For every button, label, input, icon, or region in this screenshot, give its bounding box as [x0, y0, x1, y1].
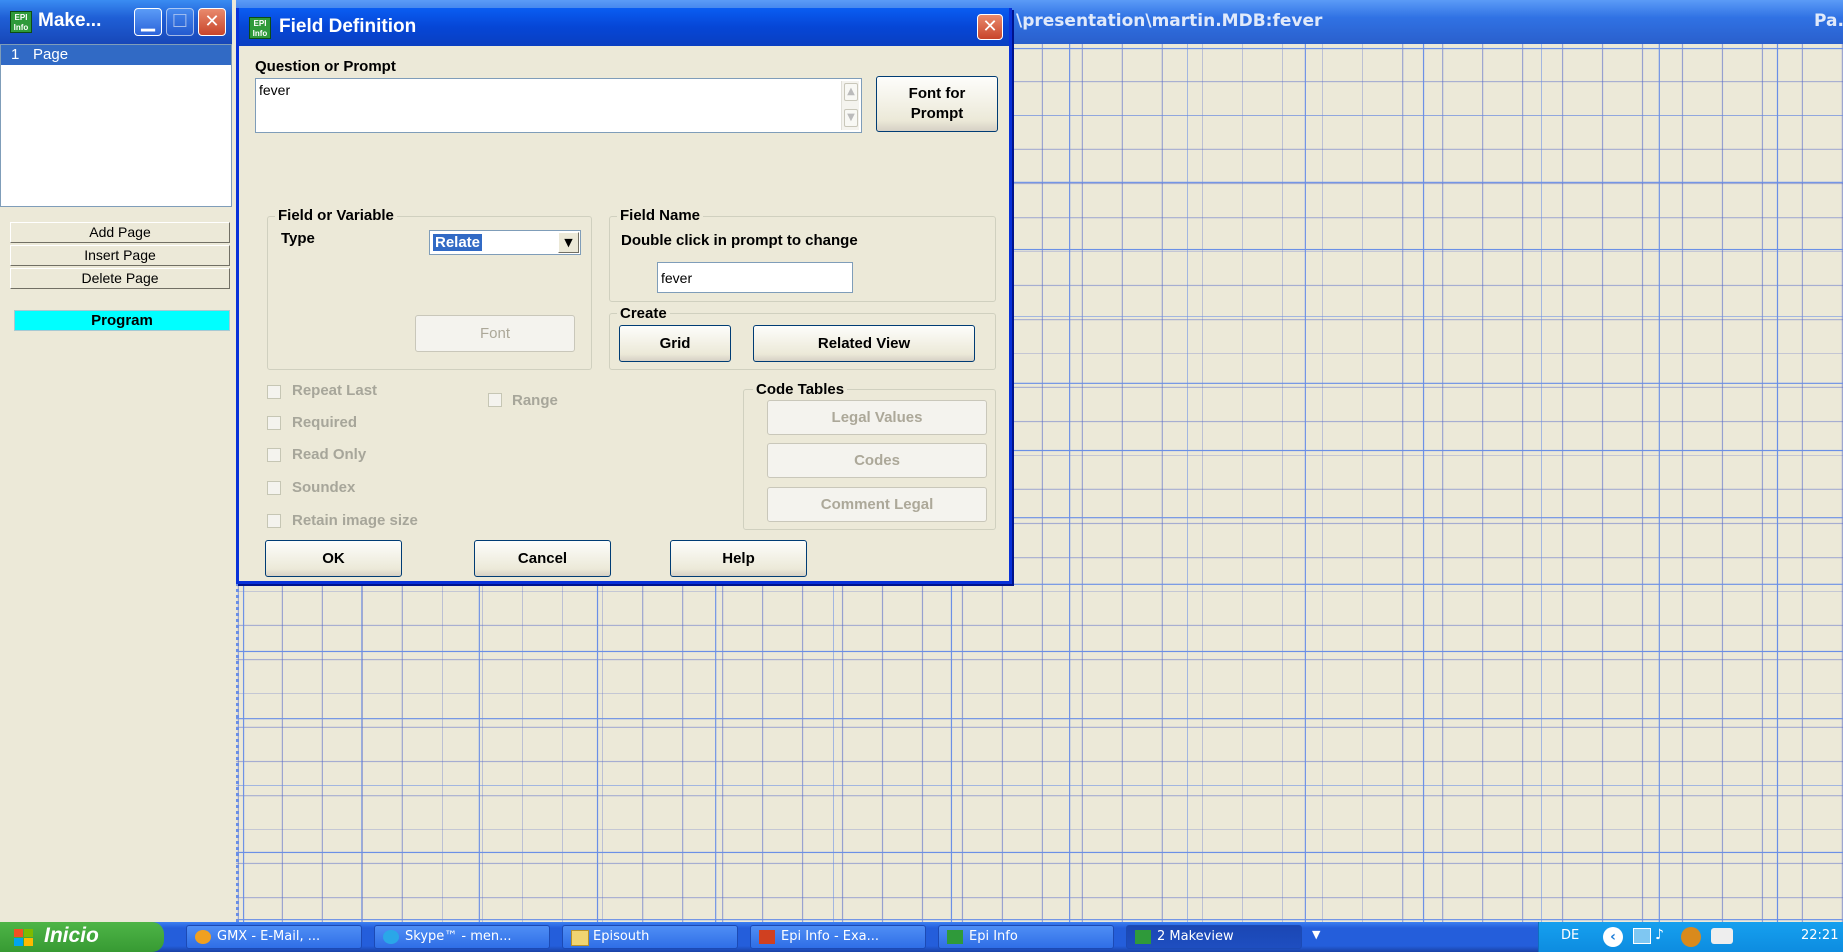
firefox-icon — [195, 930, 211, 944]
page-list[interactable]: 1 Page — [0, 44, 232, 207]
dialog-titlebar[interactable]: EPI Info Field Definition ✕ — [239, 8, 1009, 46]
question-textarea[interactable]: fever ▲ ▼ — [255, 78, 862, 133]
page-number: 1 — [11, 46, 20, 63]
legal-values-button[interactable]: Legal Values — [767, 400, 987, 435]
task-label: Skype™ - men... — [405, 929, 512, 944]
cancel-button[interactable]: Cancel — [474, 540, 611, 577]
makeview-title: Make... — [38, 10, 102, 31]
page-list-item[interactable]: 1 Page — [1, 45, 231, 65]
task-gmx[interactable]: GMX - E-Mail, ... — [186, 925, 362, 949]
close-button[interactable]: ✕ — [198, 8, 226, 36]
close-icon: ✕ — [982, 16, 998, 37]
field-name-label: Field Name — [617, 207, 704, 224]
required-checkbox[interactable] — [267, 416, 281, 430]
scroll-up-icon[interactable]: ▲ — [844, 83, 858, 101]
soundex-label: Soundex — [292, 479, 356, 496]
folder-icon — [571, 930, 589, 946]
epi-info-app-icon — [947, 930, 963, 944]
chevron-left-icon[interactable]: ‹ — [1603, 927, 1623, 947]
task-label: Epi Info - Exa... — [781, 929, 880, 944]
range-label: Range — [512, 392, 558, 409]
program-button[interactable]: Program — [14, 310, 230, 331]
skype-icon — [383, 930, 399, 944]
task-skype[interactable]: Skype™ - men... — [374, 925, 550, 949]
type-select[interactable]: Relate ▼ — [429, 230, 581, 255]
main-window-title: \presentation\martin.MDB:fever — [1016, 11, 1323, 31]
maximize-icon: ☐ — [171, 11, 189, 32]
repeat-last-checkbox[interactable] — [267, 385, 281, 399]
required-label: Required — [292, 414, 358, 431]
main-window-title-right: Pa... — [1814, 11, 1843, 31]
volume-icon[interactable]: ♪ — [1655, 927, 1664, 943]
task-epi-info-exa[interactable]: Epi Info - Exa... — [750, 925, 926, 949]
font-button[interactable]: Font — [415, 315, 575, 352]
code-tables-label: Code Tables — [753, 381, 848, 398]
task-label: GMX - E-Mail, ... — [217, 929, 321, 944]
help-button[interactable]: Help — [670, 540, 807, 577]
close-icon: ✕ — [204, 11, 220, 32]
task-label: Epi Info — [969, 929, 1018, 944]
dialog-title: Field Definition — [279, 16, 417, 37]
field-name-value: fever — [661, 270, 693, 286]
create-label: Create — [617, 305, 670, 322]
field-name-hint: Double click in prompt to change — [621, 232, 858, 249]
start-label: Inicio — [44, 924, 99, 947]
page-label: Page — [33, 46, 69, 63]
question-scrollbar[interactable]: ▲ ▼ — [841, 81, 859, 130]
start-button[interactable]: Inicio — [0, 922, 164, 952]
related-view-button[interactable]: Related View — [753, 325, 975, 362]
system-tray: DE ‹ ♪ 22:21 — [1538, 922, 1843, 952]
retain-image-size-label: Retain image size — [292, 512, 418, 529]
chevron-down-icon[interactable]: ▼ — [558, 232, 579, 253]
minimize-icon: ▁ — [141, 11, 155, 32]
type-value: Relate — [433, 234, 483, 251]
delete-page-button[interactable]: Delete Page — [10, 268, 230, 289]
question-value: fever — [259, 82, 291, 98]
taskbar: Inicio GMX - E-Mail, ... Skype™ - men...… — [0, 922, 1843, 952]
field-name-input[interactable]: fever — [657, 262, 853, 293]
read-only-checkbox[interactable] — [267, 448, 281, 462]
ok-button[interactable]: OK — [265, 540, 402, 577]
task-makeview[interactable]: 2 Makeview — [1126, 925, 1302, 949]
font-for-prompt-button[interactable]: Font for Prompt — [876, 76, 998, 132]
task-label: Episouth — [593, 929, 650, 944]
chevron-down-icon[interactable]: ▼ — [1312, 928, 1320, 941]
windows-flag-icon — [14, 929, 33, 946]
clock[interactable]: 22:21 — [1801, 928, 1838, 943]
network-icon[interactable] — [1633, 928, 1651, 944]
type-label: Type — [281, 230, 315, 247]
scroll-down-icon[interactable]: ▼ — [844, 109, 858, 127]
makeview-titlebar[interactable]: EPI Info Make... ▁ ☐ ✕ — [0, 0, 232, 44]
antivirus-icon[interactable] — [1681, 927, 1701, 947]
comment-legal-button[interactable]: Comment Legal — [767, 487, 987, 522]
maximize-button[interactable]: ☐ — [166, 8, 194, 36]
epi-info-app-icon: EPI Info — [249, 17, 271, 39]
task-episouth[interactable]: Episouth — [562, 925, 738, 949]
grid-button[interactable]: Grid — [619, 325, 731, 362]
range-checkbox[interactable] — [488, 393, 502, 407]
codes-button[interactable]: Codes — [767, 443, 987, 478]
powerpoint-icon — [759, 930, 775, 944]
dialog-close-button[interactable]: ✕ — [977, 14, 1003, 40]
add-page-button[interactable]: Add Page — [10, 222, 230, 243]
repeat-last-label: Repeat Last — [292, 382, 378, 399]
language-indicator[interactable]: DE — [1561, 928, 1579, 943]
retain-image-size-checkbox[interactable] — [267, 514, 281, 528]
minimize-button[interactable]: ▁ — [134, 8, 162, 36]
epi-info-app-icon: EPI Info — [10, 11, 32, 33]
read-only-label: Read Only — [292, 446, 367, 463]
task-epi-info[interactable]: Epi Info — [938, 925, 1114, 949]
soundex-checkbox[interactable] — [267, 481, 281, 495]
insert-page-button[interactable]: Insert Page — [10, 245, 230, 266]
field-or-variable-label: Field or Variable — [275, 207, 397, 224]
epi-info-app-icon — [1135, 930, 1151, 944]
usb-device-icon[interactable] — [1711, 928, 1733, 944]
task-label: 2 Makeview — [1157, 929, 1234, 944]
field-definition-dialog: EPI Info Field Definition ✕ Question or P… — [236, 8, 1012, 584]
question-label: Question or Prompt — [255, 58, 396, 75]
